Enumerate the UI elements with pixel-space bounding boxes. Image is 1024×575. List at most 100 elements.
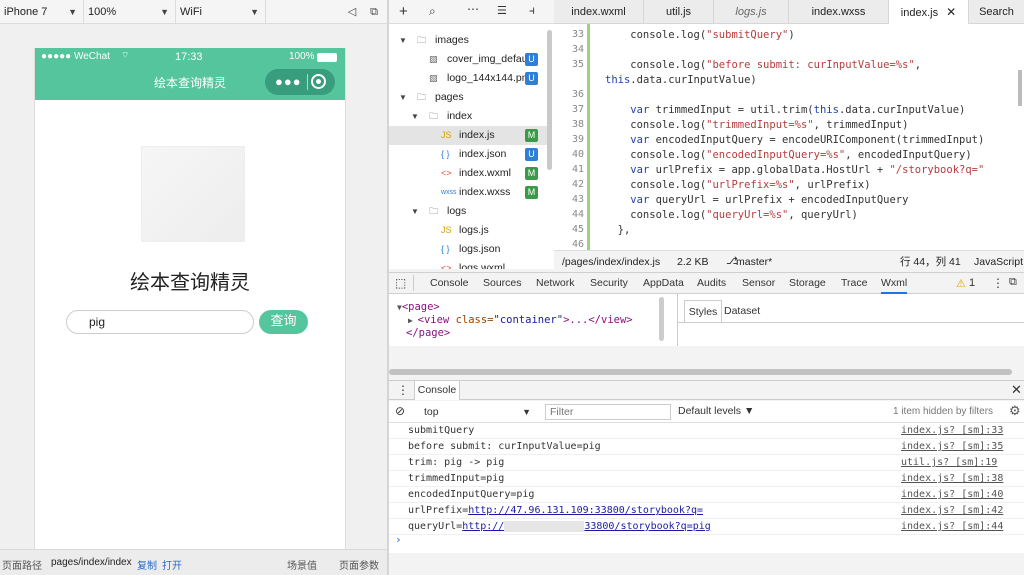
drawer-menu-icon[interactable]: ⋮ (397, 383, 409, 397)
tab-console[interactable]: Console (430, 273, 469, 294)
tab-drawer-console[interactable]: Console (414, 381, 460, 400)
gear-icon[interactable]: ⚙ (1009, 403, 1021, 419)
query-url-link[interactable]: http://33800/storybook?q=pig (462, 520, 711, 532)
tab-index-wxss[interactable]: index.wxss (789, 0, 889, 24)
elements-scrollbar[interactable] (659, 297, 664, 341)
code-line: console.log("encodedInputQuery=%s", enco… (605, 149, 972, 161)
console-source-link[interactable]: util.js? [sm]:19 (901, 455, 997, 471)
page-params-button[interactable]: 页面参数 (339, 557, 379, 572)
device-select[interactable]: iPhone 7 ▼ (0, 0, 84, 24)
detach-devtools-icon[interactable]: ⧉ (1009, 276, 1017, 289)
tab-index-wxml[interactable]: index.wxml (554, 0, 644, 24)
zoom-select-value: 100% (88, 6, 117, 18)
close-drawer-icon[interactable]: ✕ (1011, 382, 1022, 398)
tab-dataset[interactable]: Dataset (724, 300, 760, 322)
git-status-badge: M (525, 167, 538, 180)
tab-sensor[interactable]: Sensor (742, 273, 775, 294)
file-tree-item[interactable]: ▼ 🗀 images (389, 31, 547, 50)
open-path-button[interactable]: 打开 (162, 557, 182, 572)
url-prefix-link[interactable]: http://47.96.131.109:33800/storybook?q= (468, 505, 703, 516)
chevron-down-icon[interactable]: ▼ (411, 107, 419, 126)
file-tree-item[interactable]: JS index.js M (389, 126, 547, 145)
tab-logs-js[interactable]: logs.js (714, 0, 789, 24)
detach-window-icon[interactable]: ⧉ (366, 4, 382, 20)
line-number: 35 (571, 59, 584, 70)
copy-path-button[interactable]: 复制 (137, 557, 157, 572)
tab-util-js[interactable]: util.js (644, 0, 714, 24)
add-file-icon[interactable]: + (399, 3, 408, 20)
context-select-value: top (424, 406, 439, 418)
code-editor[interactable]: 33 console.log("submitQuery") 34 35 consol… (554, 24, 1024, 250)
tab-security[interactable]: Security (590, 273, 628, 294)
more-options-icon[interactable]: ⋮ (992, 276, 1004, 290)
more-dots-icon[interactable]: ●●● (275, 74, 302, 89)
network-select[interactable]: WiFi ▼ (176, 0, 266, 24)
tab-search[interactable]: Search (969, 0, 1024, 24)
editor-scrollbar[interactable] (1018, 70, 1022, 106)
status-file-path: /pages/index/index.js (562, 256, 661, 268)
console-source-link[interactable]: index.js? [sm]:35 (901, 439, 1003, 455)
file-tree-scrollbar[interactable] (547, 30, 552, 170)
volume-icon[interactable]: ◁ (344, 4, 360, 20)
search-button[interactable]: 查询 (259, 310, 308, 334)
console-source-link[interactable]: index.js? [sm]:42 (901, 503, 1003, 519)
tab-wxml[interactable]: Wxml (881, 273, 908, 294)
split-view-icon[interactable]: ⫞ (529, 3, 535, 18)
file-tree-item[interactable]: ▧ cover_img_defaul... U (389, 50, 547, 69)
console-filter-input[interactable] (545, 404, 671, 420)
file-tree-item[interactable]: ▼ 🗀 logs (389, 202, 547, 221)
warning-count: 1 (969, 277, 976, 289)
file-tree-item[interactable]: wxss index.wxss M (389, 183, 547, 202)
clear-console-icon[interactable]: ⊘ (395, 404, 405, 418)
more-icon[interactable]: ⋯ (467, 2, 479, 16)
status-branch[interactable]: master* (736, 251, 772, 273)
file-tree-item[interactable]: { } index.json U (389, 145, 547, 164)
file-tree-item[interactable]: <> logs.wxml (389, 259, 547, 269)
horizontal-scrollbar[interactable] (389, 368, 1012, 376)
file-tree-item[interactable]: JS logs.js (389, 221, 547, 240)
console-source-link[interactable]: index.js? [sm]:33 (901, 423, 1003, 439)
element-view-container[interactable]: ▶ <view class="container">...</view> (408, 314, 633, 326)
zoom-select[interactable]: 100% ▼ (84, 0, 176, 24)
chevron-down-icon[interactable]: ▼ (399, 31, 407, 50)
close-miniprogram-icon[interactable] (311, 74, 326, 89)
chevron-down-icon[interactable]: ▼ (399, 88, 407, 107)
element-page-close[interactable]: </page> (406, 327, 450, 339)
file-tree-item[interactable]: ▼ 🗀 pages (389, 88, 547, 107)
tab-appdata[interactable]: AppData (643, 273, 684, 294)
file-tree-item[interactable]: ▼ 🗀 index (389, 107, 547, 126)
console-prompt-icon[interactable]: › (395, 533, 402, 546)
file-tree-item[interactable]: <> index.wxml M (389, 164, 547, 183)
status-language[interactable]: JavaScript (974, 251, 1023, 273)
tab-index-js[interactable]: index.js ✕ (889, 0, 969, 24)
tab-storage[interactable]: Storage (789, 273, 826, 294)
close-icon[interactable]: ✕ (946, 5, 956, 19)
element-page-open[interactable]: ▼<page> (397, 301, 440, 313)
search-icon[interactable]: ⌕ (429, 4, 436, 19)
chevron-down-icon[interactable]: ▼ (411, 202, 419, 221)
scene-value-button[interactable]: 场景值 (287, 557, 317, 572)
tab-styles[interactable]: Styles (684, 300, 722, 322)
tab-sources[interactable]: Sources (483, 273, 522, 294)
file-tree-item-label: pages (435, 91, 464, 103)
status-cursor-position[interactable]: 行 44，列 41 (900, 251, 961, 273)
console-source-link[interactable]: index.js? [sm]:38 (901, 471, 1003, 487)
chevron-down-icon: ▼ (250, 7, 259, 17)
tab-trace[interactable]: Trace (841, 273, 867, 294)
inspect-element-icon[interactable]: ⬚ (395, 276, 406, 290)
warning-icon[interactable]: ⚠ (956, 277, 966, 290)
tab-audits[interactable]: Audits (697, 273, 726, 294)
page-heading: 绘本查询精灵 (130, 270, 250, 294)
tab-network[interactable]: Network (536, 273, 575, 294)
network-select-value: WiFi (180, 6, 202, 18)
file-tree-item[interactable]: ▧ logo_144x144.png U (389, 69, 547, 88)
file-tree-item[interactable]: { } logs.json (389, 240, 547, 259)
context-select[interactable]: top ▼ (419, 404, 533, 420)
line-number: 38 (571, 119, 584, 130)
console-source-link[interactable]: index.js? [sm]:40 (901, 487, 1003, 503)
file-tree-item-label: index.json (459, 148, 507, 160)
collapse-icon[interactable]: ☰ (497, 4, 507, 17)
log-levels-select[interactable]: Default levels ▼ (678, 405, 754, 417)
search-input[interactable]: pig (66, 310, 254, 334)
console-source-link[interactable]: index.js? [sm]:44 (901, 519, 1003, 535)
